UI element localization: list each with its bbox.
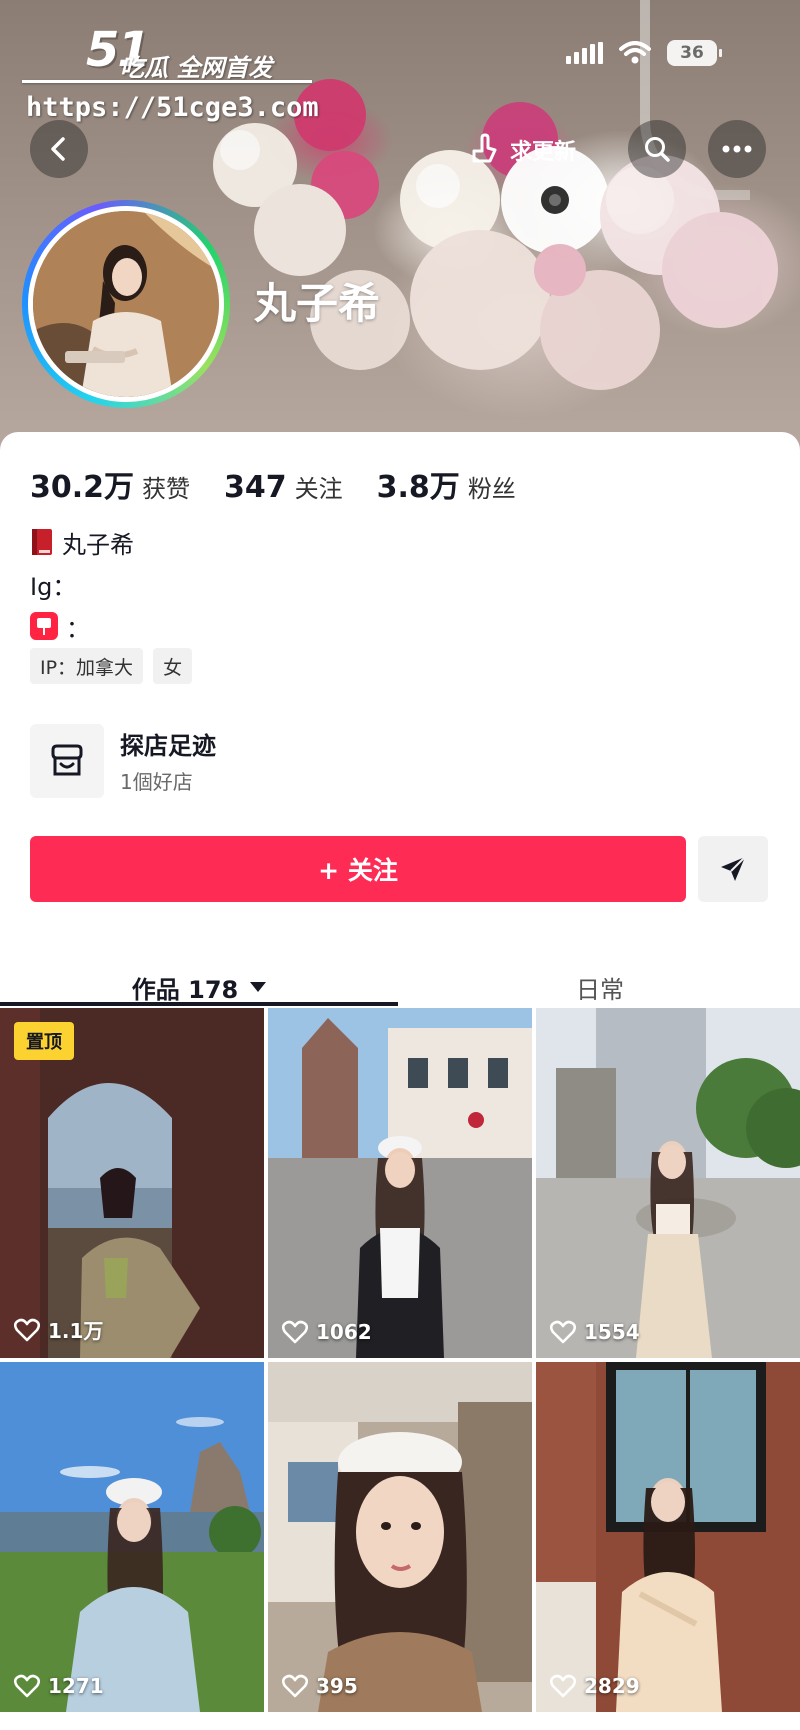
wifi-icon: [619, 41, 651, 64]
request-update-button[interactable]: 求更新: [456, 122, 594, 178]
bio-ig-text: Ig：: [30, 572, 77, 601]
follow-button[interactable]: + 关注: [30, 836, 686, 902]
profile-tags: IP：加拿大 女: [30, 648, 193, 684]
heart-icon: [14, 1318, 40, 1341]
video-thumbnail: [268, 1008, 532, 1358]
following-label: 关注: [294, 475, 343, 503]
profile-card: 30.2万 获赞 347 关注 3.8万 粉丝 丸子希 Ig： ： IP：加拿大…: [0, 432, 800, 1006]
like-count-value: 1062: [316, 1320, 372, 1344]
likes-count[interactable]: 30.2万: [30, 462, 134, 506]
avatar-image: [33, 211, 219, 397]
watermark-url: https://51cge3.com: [26, 92, 319, 123]
chevron-left-icon: [51, 137, 65, 161]
following-count[interactable]: 347: [224, 470, 287, 505]
request-update-label: 求更新: [510, 140, 577, 165]
like-count-value: 395: [316, 1674, 358, 1698]
video-thumbnail: [268, 1362, 532, 1712]
video-thumbnail: [536, 1008, 800, 1358]
bio-xhs-text: ：: [66, 614, 90, 643]
heart-icon: [14, 1674, 40, 1698]
heart-icon: [282, 1674, 308, 1698]
like-count: 1554: [550, 1320, 640, 1344]
shop-visits-entry[interactable]: 探店足迹 1個好店: [30, 724, 530, 800]
followers-label: 粉丝: [467, 475, 516, 503]
watermark: 51 吃瓜 全网首发 https://51cge3.com: [22, 16, 322, 123]
watermark-rule: [22, 80, 312, 83]
video-tile[interactable]: 1554: [536, 1008, 800, 1358]
watermark-slogan: 吃瓜 全网首发: [120, 54, 273, 82]
send-icon: [721, 856, 746, 881]
hand-point-icon: [472, 133, 497, 163]
avatar-portrait: [33, 211, 219, 397]
profile-cover: 51 吃瓜 全网首发 https://51cge3.com 36 求更新 丸子希: [0, 0, 800, 470]
heart-icon: [550, 1320, 576, 1344]
book-icon: [32, 529, 52, 555]
more-dots-icon: [722, 145, 752, 153]
bio-line-ig: Ig：: [30, 566, 134, 602]
video-tile[interactable]: 1271: [0, 1362, 264, 1712]
shop-visits-title: 探店足迹: [120, 732, 216, 760]
like-count: 2829: [550, 1674, 640, 1698]
tab-daily-label: 日常: [576, 975, 624, 1004]
video-tile[interactable]: 395: [268, 1362, 532, 1712]
like-count-value: 1.1万: [48, 1319, 104, 1343]
profile-bio: 丸子希 Ig： ：: [30, 524, 134, 650]
gender-tag: 女: [153, 648, 193, 684]
search-icon: [645, 137, 670, 162]
tab-works-label: 作品 178: [131, 975, 239, 1004]
avatar[interactable]: [22, 200, 230, 408]
battery-icon: 36: [667, 40, 722, 66]
ip-location-tag: IP：加拿大: [30, 648, 144, 684]
back-button[interactable]: [30, 120, 88, 178]
video-tile[interactable]: 2829: [536, 1362, 800, 1712]
video-thumbnail: [0, 1362, 264, 1712]
shop-visits-subtitle: 1個好店: [120, 770, 193, 794]
mailbox-icon: [30, 612, 58, 640]
heart-icon: [550, 1674, 576, 1698]
search-button[interactable]: [628, 120, 686, 178]
store-icon: [30, 724, 104, 798]
more-button[interactable]: [708, 120, 766, 178]
pinned-badge: 置顶: [14, 1022, 74, 1060]
bio-line-xhs: ：: [30, 608, 134, 644]
like-count-value: 1554: [584, 1320, 640, 1344]
video-tile[interactable]: 置顶 1.1万: [0, 1008, 264, 1358]
signal-icon: [566, 42, 603, 64]
status-bar: 36: [566, 38, 722, 68]
video-tile[interactable]: 1062: [268, 1008, 532, 1358]
likes-label: 获赞: [142, 475, 191, 503]
like-count-value: 2829: [584, 1674, 640, 1698]
video-grid: 置顶 1.1万 1062 1554 1271 395 2829: [0, 1008, 800, 1730]
bio-name-text: 丸子希: [62, 530, 134, 559]
heart-icon: [282, 1320, 308, 1344]
like-count: 1062: [282, 1320, 372, 1344]
profile-stats: 30.2万 获赞 347 关注 3.8万 粉丝: [30, 462, 550, 506]
share-button[interactable]: [698, 836, 768, 902]
followers-count[interactable]: 3.8万: [377, 462, 460, 506]
active-tab-indicator: [0, 1002, 398, 1006]
like-count: 1271: [14, 1674, 104, 1698]
video-thumbnail: [0, 1008, 264, 1358]
like-count: 395: [282, 1674, 358, 1698]
profile-nickname: 丸子希: [254, 279, 381, 328]
video-thumbnail: [536, 1362, 800, 1712]
caret-down-icon: [250, 982, 267, 992]
bio-line-name: 丸子希: [30, 524, 134, 560]
like-count: 1.1万: [14, 1315, 103, 1344]
like-count-value: 1271: [48, 1674, 104, 1698]
